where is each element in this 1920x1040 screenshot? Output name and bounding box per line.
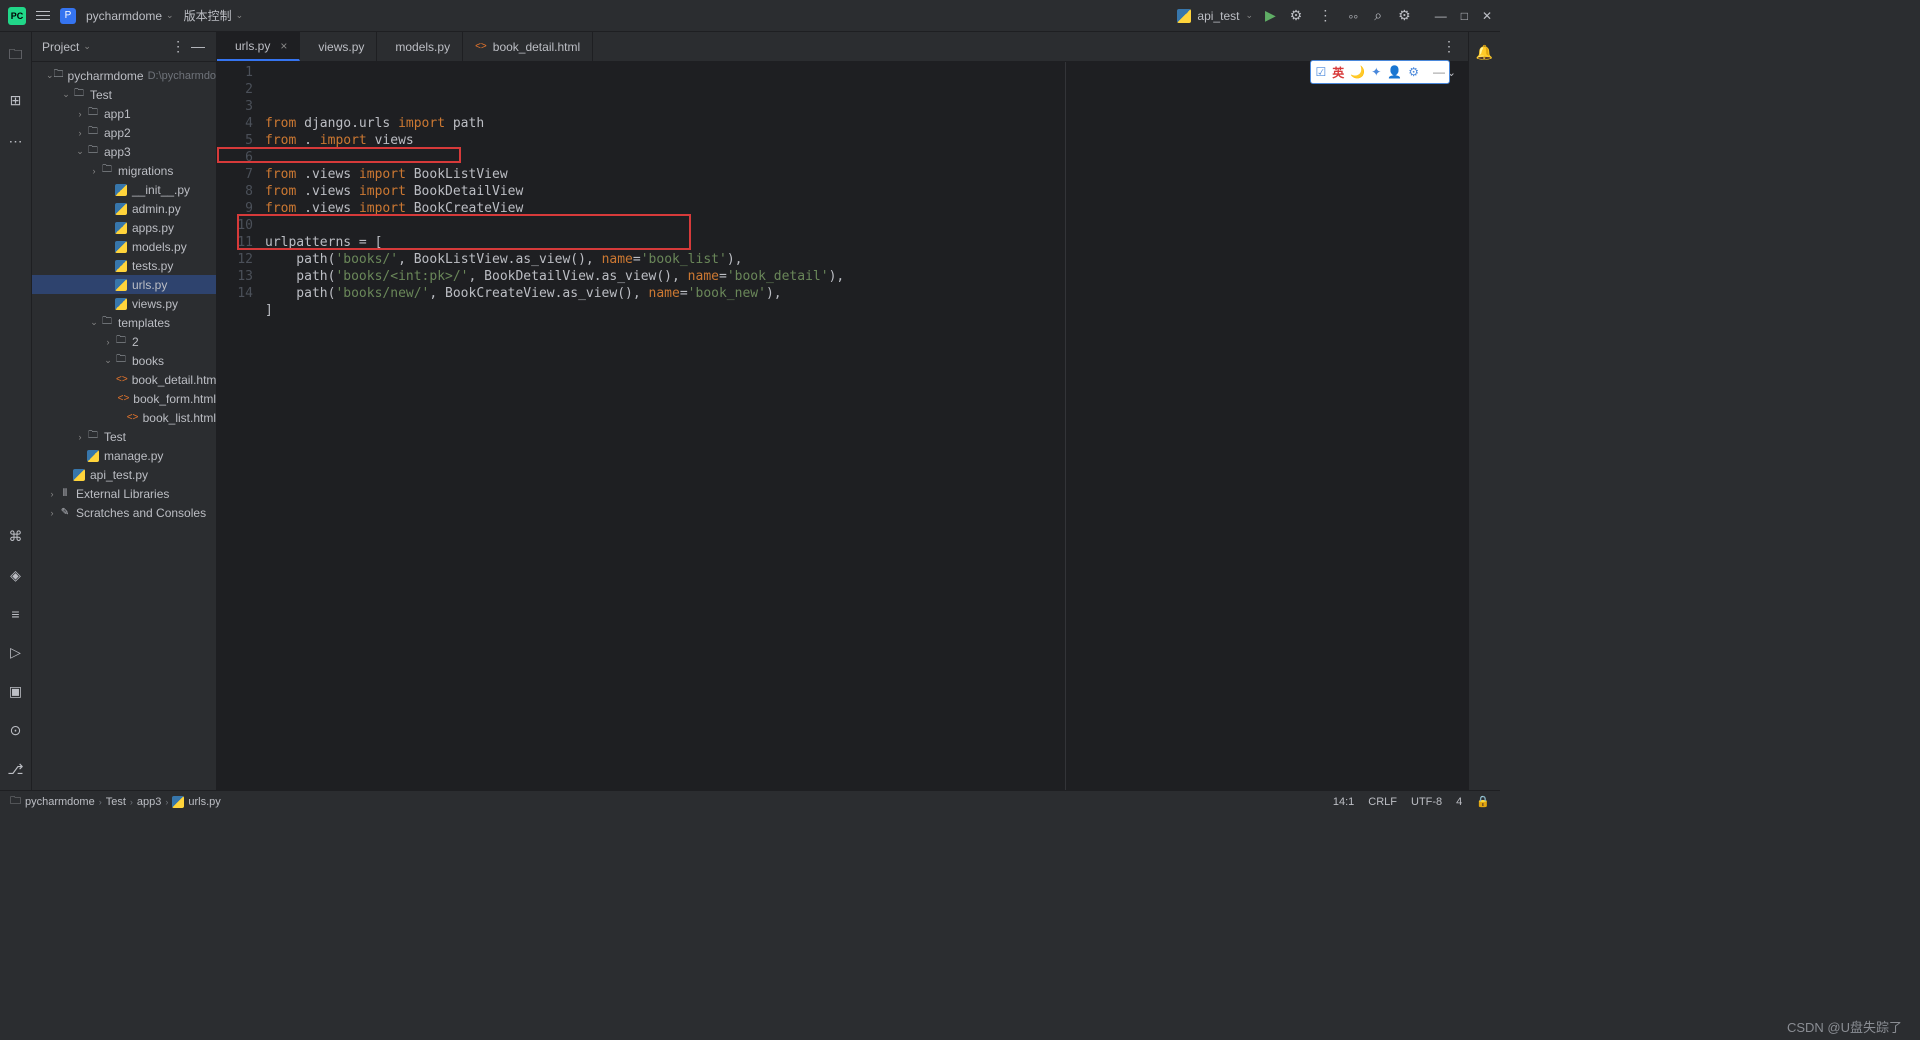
run-config-dropdown[interactable]: api_test ⌄ bbox=[1177, 9, 1253, 23]
editor-tabs: urls.py×views.pymodels.py<>book_detail.h… bbox=[217, 32, 1468, 62]
more-icon[interactable]: ⋮ bbox=[1316, 5, 1334, 26]
ime-check-icon[interactable]: ☑ bbox=[1315, 65, 1326, 79]
tree-item[interactable]: 🗀2 bbox=[32, 332, 216, 351]
status-bar: 🗀pycharmdome›Test›app3›urls.py 14:1 CRLF… bbox=[0, 790, 1500, 812]
code-content[interactable]: from django.urls import pathfrom . impor… bbox=[265, 62, 1468, 790]
project-dropdown[interactable]: pycharmdome⌄ bbox=[86, 9, 174, 23]
tree-item[interactable]: 🗀pycharmdomeD:\pycharmdom bbox=[32, 66, 216, 85]
chevron-down-icon: ⌄ bbox=[1245, 10, 1253, 21]
python-packages-icon[interactable]: ◈ bbox=[10, 567, 21, 584]
debug-icon[interactable]: ⚙ bbox=[1288, 5, 1305, 26]
python-console-icon[interactable]: ⌘ bbox=[8, 528, 22, 545]
person-icon[interactable]: ◦◦ bbox=[1346, 6, 1360, 26]
project-badge: P bbox=[60, 8, 76, 24]
file-encoding[interactable]: UTF-8 bbox=[1411, 796, 1442, 808]
editor-tab[interactable]: views.py bbox=[300, 32, 377, 61]
project-panel: Project ⌄ ⋮ — 🗀pycharmdomeD:\pycharmdom🗀… bbox=[32, 32, 217, 790]
tree-item[interactable]: <>book_list.html bbox=[32, 408, 216, 427]
ime-lang-label[interactable]: 英 bbox=[1332, 64, 1344, 81]
tree-item[interactable]: 🗀app3 bbox=[32, 142, 216, 161]
gear-icon[interactable]: ⚙ bbox=[1408, 65, 1419, 79]
tree-item[interactable]: 🗀Test bbox=[32, 427, 216, 446]
tree-item[interactable]: ✎Scratches and Consoles bbox=[32, 503, 216, 522]
close-button[interactable]: ✕ bbox=[1482, 9, 1492, 23]
settings-icon[interactable]: ⚙ bbox=[1396, 5, 1413, 26]
tree-item[interactable]: <>book_detail.html bbox=[32, 370, 216, 389]
maximize-button[interactable]: □ bbox=[1461, 9, 1468, 23]
breadcrumb[interactable]: 🗀pycharmdome›Test›app3›urls.py bbox=[10, 792, 221, 811]
project-tree[interactable]: 🗀pycharmdomeD:\pycharmdom🗀Test🗀app1🗀app2… bbox=[32, 62, 216, 526]
collapse-icon[interactable]: — bbox=[1433, 65, 1445, 79]
notifications-icon[interactable]: 🔔 bbox=[1476, 44, 1493, 61]
tab-list-icon[interactable]: ⋮ bbox=[1440, 36, 1458, 57]
services-icon[interactable]: ≡ bbox=[11, 606, 19, 622]
terminal-icon[interactable]: ▣ bbox=[9, 683, 22, 700]
chevron-down-icon: ⌄ bbox=[83, 41, 91, 52]
tree-item[interactable]: 🗀migrations bbox=[32, 161, 216, 180]
structure-tool-icon[interactable]: ⊞ bbox=[10, 92, 22, 109]
tree-item[interactable]: urls.py bbox=[32, 275, 216, 294]
sparkle-icon[interactable]: ✦ bbox=[1371, 65, 1381, 79]
tree-item[interactable]: apps.py bbox=[32, 218, 216, 237]
tree-item[interactable]: 🗀templates bbox=[32, 313, 216, 332]
tree-item[interactable]: <>book_form.html bbox=[32, 389, 216, 408]
project-panel-header[interactable]: Project ⌄ ⋮ — bbox=[32, 32, 216, 62]
main-menu-icon[interactable] bbox=[36, 11, 50, 20]
tree-item[interactable]: views.py bbox=[32, 294, 216, 313]
chevron-down-icon: ⌄ bbox=[236, 10, 244, 21]
left-tool-gutter: 🗀 ⊞ ⋯ ⌘ ◈ ≡ ▷ ▣ ⊙ ⎇ bbox=[0, 32, 32, 790]
tree-item[interactable]: __init__.py bbox=[32, 180, 216, 199]
tree-item[interactable]: ⫴External Libraries bbox=[32, 484, 216, 503]
lock-icon[interactable]: 🔒 bbox=[1476, 795, 1490, 808]
tree-item[interactable]: 🗀books bbox=[32, 351, 216, 370]
tree-item[interactable]: manage.py bbox=[32, 446, 216, 465]
line-separator[interactable]: CRLF bbox=[1368, 796, 1397, 808]
tree-item[interactable]: 🗀app2 bbox=[32, 123, 216, 142]
more-tool-icon[interactable]: ⋯ bbox=[9, 133, 23, 150]
right-margin-line bbox=[1065, 62, 1066, 790]
tree-item[interactable]: tests.py bbox=[32, 256, 216, 275]
tree-item[interactable]: models.py bbox=[32, 237, 216, 256]
tree-item[interactable]: admin.py bbox=[32, 199, 216, 218]
editor-tab[interactable]: <>book_detail.html bbox=[463, 32, 593, 61]
vcs-dropdown[interactable]: 版本控制⌄ bbox=[184, 7, 244, 24]
person-icon[interactable]: 👤 bbox=[1387, 65, 1402, 79]
chevron-down-icon: ⌄ bbox=[166, 10, 174, 21]
tree-item[interactable]: api_test.py bbox=[32, 465, 216, 484]
cursor-position[interactable]: 14:1 bbox=[1333, 796, 1354, 808]
search-icon[interactable]: ⌕ bbox=[1372, 5, 1384, 26]
editor-area: urls.py×views.pymodels.py<>book_detail.h… bbox=[217, 32, 1468, 790]
tree-item[interactable]: 🗀app1 bbox=[32, 104, 216, 123]
minimize-button[interactable]: — bbox=[1435, 9, 1447, 23]
app-logo[interactable]: PC bbox=[8, 7, 26, 25]
tree-item[interactable]: 🗀Test bbox=[32, 85, 216, 104]
indent-info[interactable]: 4 bbox=[1456, 796, 1462, 808]
project-tool-icon[interactable]: 🗀 bbox=[9, 44, 23, 68]
right-tool-gutter: 🔔 bbox=[1468, 32, 1500, 790]
git-icon[interactable]: ⎇ bbox=[7, 761, 23, 778]
ime-toolbar[interactable]: ☑ 英 🌙 ✦ 👤 ⚙ — bbox=[1310, 60, 1450, 84]
editor-tab[interactable]: models.py bbox=[377, 32, 463, 61]
run-tool-icon[interactable]: ▷ bbox=[10, 644, 21, 661]
watermark: CSDN @U盘失踪了 bbox=[1787, 1017, 1902, 1036]
close-tab-icon[interactable]: × bbox=[280, 39, 287, 53]
panel-options-icon[interactable]: ⋮ — bbox=[171, 38, 206, 55]
line-numbers: 1234567891011121314 bbox=[217, 62, 265, 790]
titlebar: PC P pycharmdome⌄ 版本控制⌄ api_test ⌄ ▶ ⚙ ⋮… bbox=[0, 0, 1500, 32]
problems-icon[interactable]: ⊙ bbox=[10, 722, 22, 739]
editor-tab[interactable]: urls.py× bbox=[217, 32, 300, 61]
run-button[interactable]: ▶ bbox=[1265, 7, 1276, 24]
moon-icon[interactable]: 🌙 bbox=[1350, 65, 1365, 79]
code-area[interactable]: 1234567891011121314 from django.urls imp… bbox=[217, 62, 1468, 790]
python-icon bbox=[1177, 9, 1191, 23]
